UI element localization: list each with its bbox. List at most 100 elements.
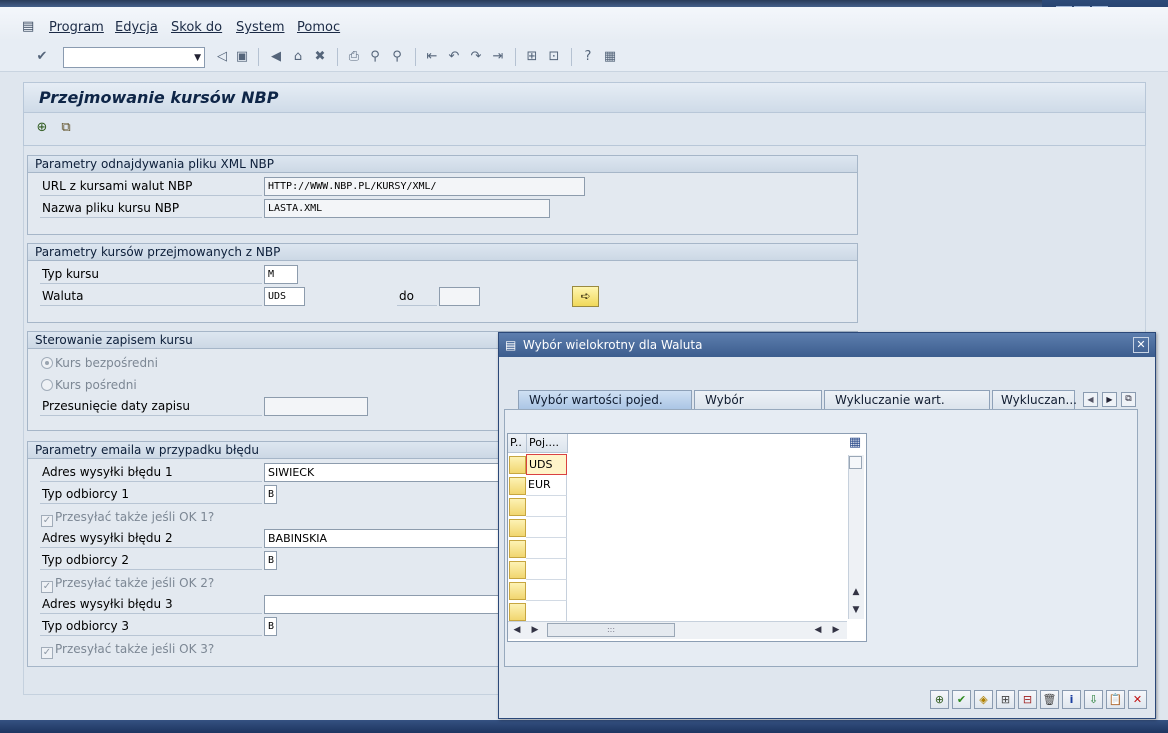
new-session-icon[interactable]: ⊞ [524,49,540,65]
shortcut-icon[interactable]: ⊡ [546,49,562,65]
insert-row-button[interactable]: ⊞ [996,690,1015,709]
table-cell[interactable]: UDS [526,454,567,475]
cancel-button[interactable]: ✕ [1128,690,1147,709]
checkbox-send-ok-3[interactable]: ✓ Przesyłać także jeśli OK 3? [41,640,214,659]
layout-menu-icon[interactable]: ▦ [602,49,618,65]
status-bar [0,720,1168,733]
find-next-icon[interactable]: ⚲ [389,49,405,65]
scroll-left-icon[interactable]: ◀ [511,625,523,635]
execute-icon[interactable]: ⊕ [34,120,50,136]
row-selector[interactable] [509,498,526,516]
maintain-selection-options-button[interactable]: ◈ [974,690,993,709]
previous-page-icon[interactable]: ↶ [446,49,462,65]
row-selector[interactable] [509,456,526,474]
execute-button[interactable]: ⊕ [930,690,949,709]
row-selector[interactable] [509,561,526,579]
file-field[interactable]: LASTA.XML [264,199,550,218]
currency-to-field[interactable] [439,287,480,306]
delete-row-button[interactable]: ⊟ [1018,690,1037,709]
rate-type-label: Typ kursu [40,265,262,284]
scroll-left-end-icon[interactable]: ◀ [812,625,824,635]
tab-exclude-ranges[interactable]: Wykluczan... [992,390,1077,410]
tab-ranges[interactable]: Wybór przedziałów [694,390,822,426]
help-icon[interactable]: ? [580,49,596,65]
recipient-type-2-field[interactable]: B [264,551,277,570]
menu-edycja[interactable]: Edycja [115,20,158,35]
row-selector[interactable] [509,603,526,621]
clipboard-button[interactable]: 📋 [1106,690,1125,709]
tab-single-values[interactable]: Wybór wartości pojed. (2) [518,390,692,426]
find-icon[interactable]: ⚲ [367,49,383,65]
table-cell[interactable] [526,538,567,559]
table-cell[interactable] [526,559,567,580]
back-icon[interactable]: ◀ [268,49,284,65]
error-address-1-label: Adres wysyłki błędu 1 [40,463,262,482]
scroll-right-end-icon[interactable]: ▶ [830,625,842,635]
tab-exclude-single[interactable]: Wykluczanie wart. pojed. [824,390,990,426]
row-selector[interactable] [509,582,526,600]
menu-icon[interactable]: ▤ [22,19,38,34]
cancel-icon[interactable]: ✖ [312,49,328,65]
scroll-right-icon[interactable]: ▶ [529,625,541,635]
delete-all-button[interactable]: 🗑 [1040,690,1059,709]
row-selector[interactable] [509,540,526,558]
currency-from-field[interactable]: UDS [264,287,305,306]
rate-type-field[interactable]: M [264,265,298,284]
tab-scroll-left-icon[interactable]: ◀ [1083,392,1098,407]
group-xml-title: Parametry odnajdywania pliku XML NBP [28,156,857,173]
error-address-1-field[interactable]: SIWIECK [264,463,504,482]
last-page-icon[interactable]: ⇥ [490,49,506,65]
error-address-2-label: Adres wysyłki błędu 2 [40,529,262,548]
checkbox-send-ok-2[interactable]: ✓ Przesyłać także jeśli OK 2? [41,574,214,593]
scrollbar-thumb[interactable] [849,456,862,469]
multiple-selection-button[interactable]: ➪ [572,286,599,307]
tab-list-icon[interactable]: ⧉ [1121,392,1136,407]
back-arrow-icon[interactable]: ◁ [214,49,230,65]
copy-button[interactable]: ✔ [952,690,971,709]
error-address-2-field[interactable]: BABINSKIA [264,529,504,548]
print-icon[interactable]: ⎙ [346,49,362,65]
row-selector[interactable] [509,477,526,495]
file-label: Nazwa pliku kursu NBP [40,199,262,218]
menu-pomoc[interactable]: Pomoc [297,20,340,35]
table-cell[interactable] [526,580,567,601]
command-field[interactable]: ▼ [63,47,205,68]
tab-scroll-right-icon[interactable]: ▶ [1102,392,1117,407]
menu-system[interactable]: System [236,20,284,35]
info-button[interactable]: i [1062,690,1081,709]
radio-indirect-rate[interactable]: Kurs pośredni [41,376,137,394]
date-shift-label: Przesunięcie daty zapisu [40,397,262,416]
next-page-icon[interactable]: ↷ [468,49,484,65]
exit-icon[interactable]: ⌂ [290,49,306,65]
column-header-single-value[interactable]: Poj.... [527,434,568,453]
recipient-type-3-field[interactable]: B [264,617,277,636]
table-cell[interactable] [526,601,567,622]
scroll-up-icon[interactable]: ▲ [849,587,863,597]
enter-icon[interactable]: ✔ [34,49,50,65]
currency-to-label: do [397,287,437,306]
dialog-close-button[interactable]: ✕ [1133,337,1149,353]
table-settings-icon[interactable]: ▦ [846,434,864,453]
url-field[interactable]: HTTP://WWW.NBP.PL/KURSY/XML/ [264,177,585,196]
import-button[interactable]: ⇩ [1084,690,1103,709]
application-toolbar [23,113,1146,146]
recipient-type-1-field[interactable]: B [264,485,277,504]
column-header-p[interactable]: P.. [508,434,527,453]
variant-icon[interactable]: ⧉ [58,120,74,136]
save-icon[interactable]: ▣ [234,49,250,65]
chevron-down-icon[interactable]: ▼ [194,53,201,63]
first-page-icon[interactable]: ⇤ [424,49,440,65]
dialog-title: Wybór wielokrotny dla Waluta [499,333,1155,357]
scrollbar-h-thumb[interactable]: ::: [547,623,675,637]
scroll-down-icon[interactable]: ▼ [849,605,863,615]
menu-skok-do[interactable]: Skok do [171,20,222,35]
radio-direct-rate[interactable]: Kurs bezpośredni [41,354,158,372]
error-address-3-field[interactable] [264,595,504,614]
table-cell[interactable]: EUR [526,475,567,496]
menu-program[interactable]: Program [49,20,104,35]
table-cell[interactable] [526,496,567,517]
checkbox-send-ok-1[interactable]: ✓ Przesyłać także jeśli OK 1? [41,508,214,527]
row-selector[interactable] [509,519,526,537]
table-cell[interactable] [526,517,567,538]
date-shift-field[interactable] [264,397,368,416]
